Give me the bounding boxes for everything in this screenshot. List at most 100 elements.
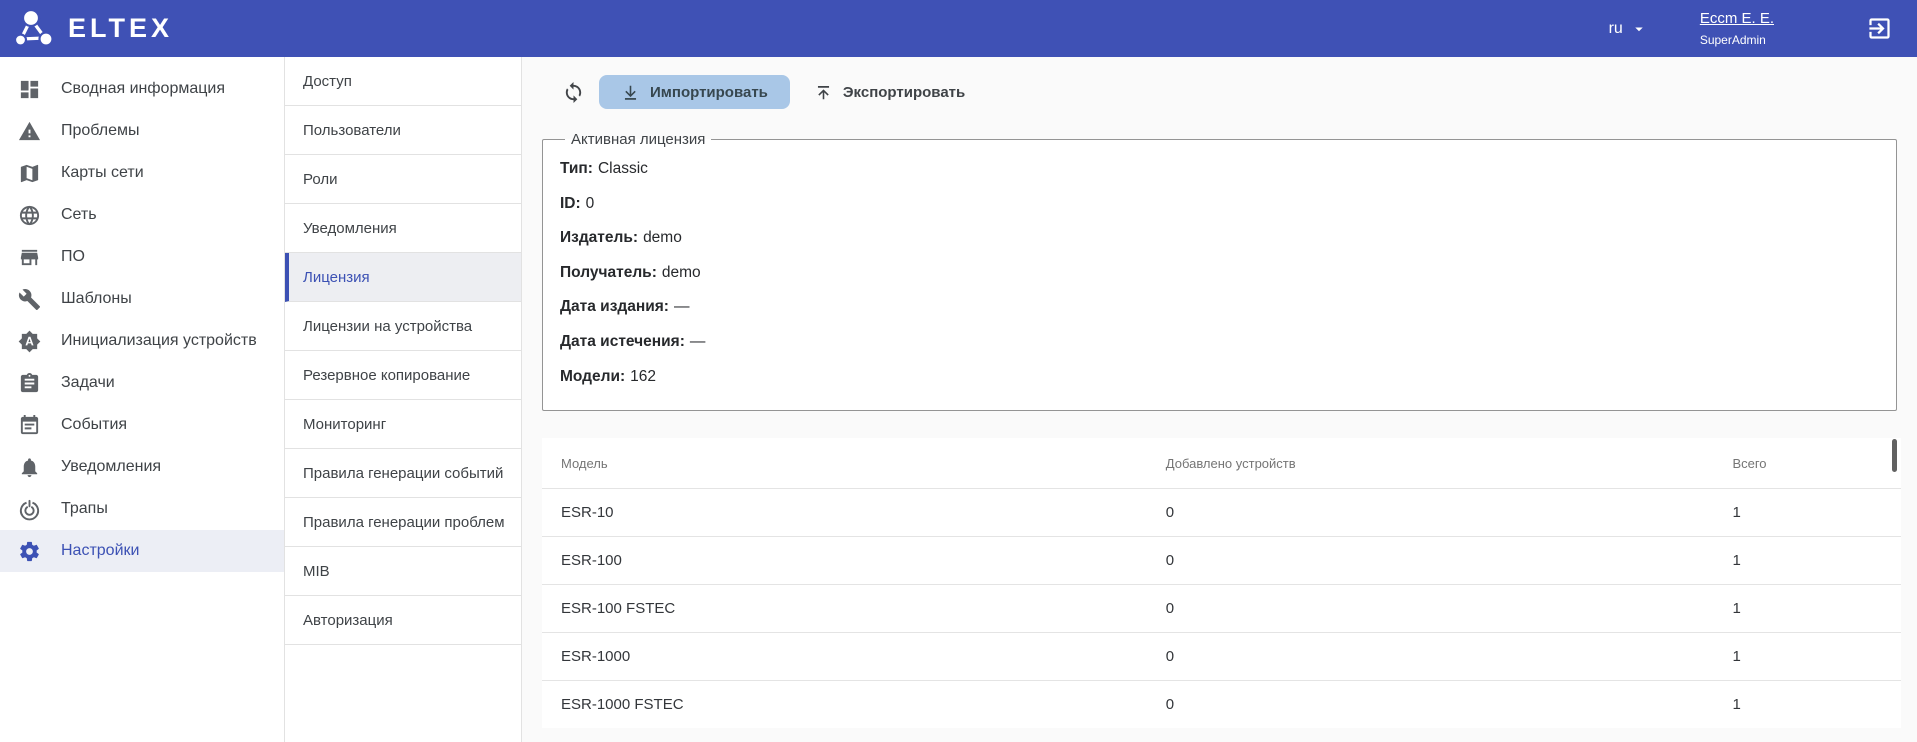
refresh-button[interactable] (562, 81, 585, 104)
license-field-models: Модели:162 (560, 360, 1880, 395)
sidebar-item-label: Уведомления (61, 458, 161, 476)
cell-model: ESR-100 (542, 552, 1166, 569)
license-toolbar: Импортировать Экспортировать (522, 57, 1917, 109)
sidebar-item-label: Карты сети (61, 164, 144, 182)
column-header-added: Добавлено устройств (1166, 456, 1733, 471)
cell-total: 1 (1732, 600, 1901, 617)
warning-icon (18, 120, 41, 143)
language-value: ru (1609, 20, 1623, 38)
cell-model: ESR-10 (542, 504, 1166, 521)
cell-model: ESR-1000 FSTEC (542, 696, 1166, 713)
submenu-item-backup[interactable]: Резервное копирование (285, 351, 521, 400)
import-button[interactable]: Импортировать (599, 75, 790, 109)
language-selector[interactable]: ru (1609, 20, 1648, 38)
cell-added: 0 (1166, 600, 1733, 617)
sidebar-item-summary[interactable]: Сводная информация (0, 68, 284, 110)
eltex-logo[interactable]: ELTEX (14, 9, 173, 49)
store-icon (18, 246, 41, 269)
active-license-legend: Активная лицензия (565, 131, 711, 148)
submenu-item-label: Доступ (303, 73, 352, 90)
user-role: SuperAdmin (1700, 33, 1774, 47)
license-field-type: Тип:Classic (560, 152, 1880, 187)
table-header-row: Модель Добавлено устройств Всего (542, 438, 1901, 488)
cell-total: 1 (1732, 696, 1901, 713)
table-row: ESR-100 FSTEC 0 1 (542, 584, 1901, 632)
models-table: Модель Добавлено устройств Всего ESR-10 … (542, 438, 1901, 728)
sidebar-item-label: Проблемы (61, 122, 139, 140)
sidebar-item-label: Трапы (61, 500, 108, 518)
submenu-item-device-licenses[interactable]: Лицензии на устройства (285, 302, 521, 351)
gear-icon (18, 540, 41, 563)
column-header-total: Всего (1732, 456, 1901, 471)
submenu-item-monitoring[interactable]: Мониторинг (285, 400, 521, 449)
submenu-item-license[interactable]: Лицензия (285, 253, 521, 302)
export-button-label: Экспортировать (843, 84, 965, 101)
license-field-recipient: Получатель:demo (560, 256, 1880, 291)
main-sidebar: Сводная информация Проблемы Карты сети С… (0, 57, 284, 742)
sidebar-item-traps[interactable]: Трапы (0, 488, 284, 530)
submenu-item-label: Лицензия (303, 269, 370, 286)
header-right: ru Eccm E. E. SuperAdmin (1609, 10, 1893, 47)
cell-added: 0 (1166, 504, 1733, 521)
submenu-item-notifications[interactable]: Уведомления (285, 204, 521, 253)
sidebar-item-events[interactable]: События (0, 404, 284, 446)
user-name-link[interactable]: Eccm E. E. (1700, 10, 1774, 27)
import-button-label: Импортировать (650, 84, 768, 101)
submenu-item-authorization[interactable]: Авторизация (285, 596, 521, 645)
upload-icon (814, 83, 833, 102)
table-scrollbar-thumb[interactable] (1892, 439, 1897, 472)
logout-button[interactable] (1866, 15, 1893, 42)
submenu-item-event-rules[interactable]: Правила генерации событий (285, 449, 521, 498)
chevron-down-icon (1630, 20, 1648, 38)
bell-icon (18, 456, 41, 479)
sidebar-item-tasks[interactable]: Задачи (0, 362, 284, 404)
wrench-icon (18, 288, 41, 311)
sidebar-item-settings[interactable]: Настройки (0, 530, 284, 572)
submenu-item-label: MIB (303, 563, 330, 580)
sidebar-item-network[interactable]: Сеть (0, 194, 284, 236)
logout-icon (1866, 15, 1893, 42)
sidebar-item-label: Настройки (61, 542, 139, 560)
sidebar-item-templates[interactable]: Шаблоны (0, 278, 284, 320)
submenu-item-mib[interactable]: MIB (285, 547, 521, 596)
download-icon (621, 83, 640, 102)
submenu-item-users[interactable]: Пользователи (285, 106, 521, 155)
cell-model: ESR-100 FSTEC (542, 600, 1166, 617)
table-row: ESR-1000 0 1 (542, 632, 1901, 680)
brand-name: ELTEX (68, 15, 173, 42)
globe-icon (18, 204, 41, 227)
license-field-issuer: Издатель:demo (560, 221, 1880, 256)
submenu-item-label: Пользователи (303, 122, 401, 139)
refresh-icon (562, 81, 585, 104)
sidebar-item-device-init[interactable]: Инициализация устройств (0, 320, 284, 362)
settings-submenu: Доступ Пользователи Роли Уведомления Лиц… (284, 57, 522, 742)
dashboard-icon (18, 78, 41, 101)
sidebar-item-problems[interactable]: Проблемы (0, 110, 284, 152)
export-button[interactable]: Экспортировать (798, 75, 981, 109)
license-field-issue-date: Дата издания:— (560, 290, 1880, 325)
submenu-item-access[interactable]: Доступ (285, 57, 521, 106)
sidebar-item-label: Сводная информация (61, 80, 225, 98)
sidebar-item-notifications[interactable]: Уведомления (0, 446, 284, 488)
cell-total: 1 (1732, 504, 1901, 521)
cell-added: 0 (1166, 696, 1733, 713)
submenu-item-label: Правила генерации событий (303, 465, 503, 482)
submenu-item-label: Резервное копирование (303, 367, 470, 384)
auto-badge-icon (18, 330, 41, 353)
submenu-item-roles[interactable]: Роли (285, 155, 521, 204)
submenu-item-label: Правила генерации проблем (303, 514, 505, 531)
sidebar-item-software[interactable]: ПО (0, 236, 284, 278)
submenu-item-label: Мониторинг (303, 416, 386, 433)
cell-total: 1 (1732, 648, 1901, 665)
table-row: ESR-1000 FSTEC 0 1 (542, 680, 1901, 728)
table-row: ESR-100 0 1 (542, 536, 1901, 584)
clipboard-icon (18, 372, 41, 395)
table-row: ESR-10 0 1 (542, 488, 1901, 536)
cell-total: 1 (1732, 552, 1901, 569)
sidebar-item-network-maps[interactable]: Карты сети (0, 152, 284, 194)
active-license-fieldset: Активная лицензия Тип:Classic ID:0 Издат… (542, 131, 1897, 411)
map-icon (18, 162, 41, 185)
submenu-item-problem-rules[interactable]: Правила генерации проблем (285, 498, 521, 547)
calendar-icon (18, 414, 41, 437)
submenu-item-label: Авторизация (303, 612, 393, 629)
